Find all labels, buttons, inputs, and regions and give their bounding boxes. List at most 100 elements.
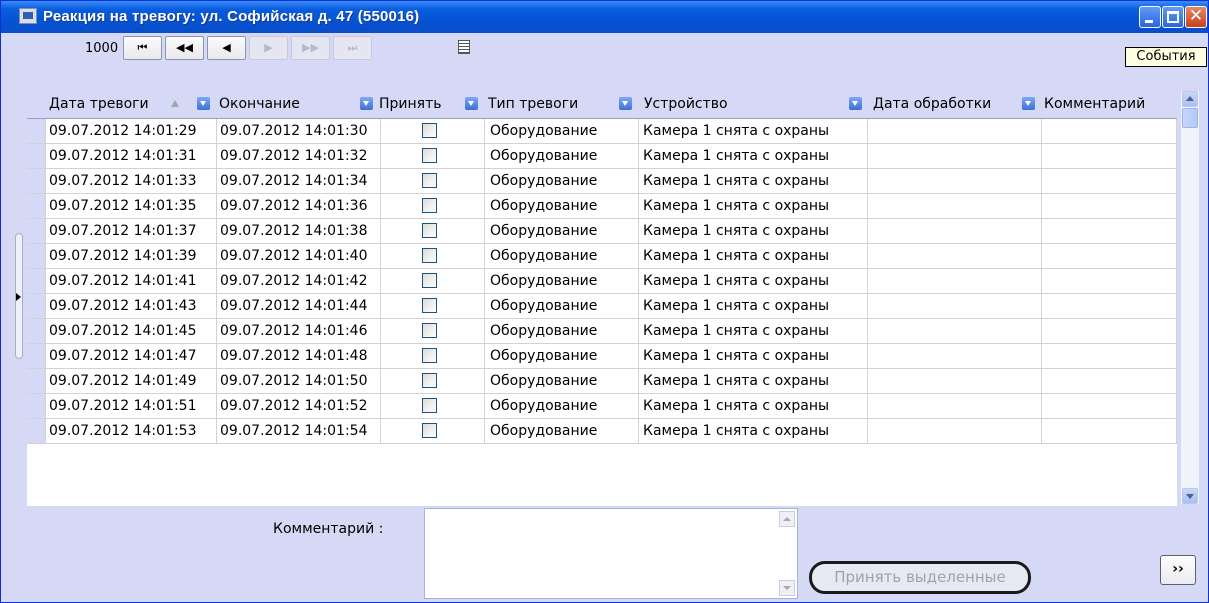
accept-selected-button[interactable]: Принять выделенные — [809, 561, 1031, 594]
last-icon: ⏭ — [347, 41, 358, 54]
table-row[interactable]: 09.07.2012 14:01:31 09.07.2012 14:01:32 Об… — [27, 144, 1177, 169]
row-selector[interactable] — [27, 269, 46, 293]
row-selector[interactable] — [27, 294, 46, 318]
maximize-button[interactable] — [1162, 6, 1184, 28]
table-row[interactable]: 09.07.2012 14:01:45 09.07.2012 14:01:46 Об… — [27, 319, 1177, 344]
accept-checkbox[interactable] — [422, 348, 437, 363]
prev-record-button[interactable]: ◀ — [207, 36, 246, 60]
table-row[interactable]: 09.07.2012 14:01:53 09.07.2012 14:01:54 Об… — [27, 419, 1177, 444]
column-header-comment[interactable]: Комментарий — [1044, 91, 1145, 118]
scroll-thumb[interactable] — [1182, 108, 1198, 128]
filter-dropdown-icon[interactable] — [1022, 97, 1035, 110]
column-header-processed-date[interactable]: Дата обработки — [873, 91, 991, 118]
row-selector[interactable] — [27, 119, 46, 143]
minimize-button[interactable] — [1139, 6, 1161, 28]
cell-comment — [1042, 344, 1177, 368]
column-header-alarm-date[interactable]: Дата тревоги — [49, 91, 149, 118]
column-header-end[interactable]: Окончание — [219, 91, 300, 118]
cell-device: Камера 1 снята с охраны — [639, 419, 868, 443]
table-row[interactable]: 09.07.2012 14:01:43 09.07.2012 14:01:44 Об… — [27, 294, 1177, 319]
comment-scroll-down-button[interactable] — [779, 580, 795, 596]
accept-checkbox[interactable] — [422, 248, 437, 263]
more-button[interactable]: ›› — [1160, 555, 1196, 585]
table-row[interactable]: 09.07.2012 14:01:35 09.07.2012 14:01:36 Об… — [27, 194, 1177, 219]
scroll-up-button[interactable] — [1182, 91, 1198, 107]
row-selector[interactable] — [27, 219, 46, 243]
row-selector[interactable] — [27, 419, 46, 443]
column-header-accept[interactable]: Принять — [379, 91, 442, 118]
row-selector[interactable] — [27, 144, 46, 168]
expand-arrow-icon[interactable] — [16, 293, 21, 301]
table-row[interactable]: 09.07.2012 14:01:29 09.07.2012 14:01:30 Об… — [27, 119, 1177, 144]
cell-end: 09.07.2012 14:01:52 — [217, 394, 381, 418]
table-vertical-scrollbar[interactable] — [1181, 91, 1199, 504]
close-button[interactable]: ✕ — [1185, 6, 1207, 28]
accept-checkbox[interactable] — [422, 223, 437, 238]
cell-comment — [1042, 269, 1177, 293]
table-row[interactable]: 09.07.2012 14:01:49 09.07.2012 14:01:50 Об… — [27, 369, 1177, 394]
column-header-device[interactable]: Устройство — [644, 91, 728, 118]
title-bar[interactable]: Реакция на тревогу: ул. Софийская д. 47 … — [1, 1, 1208, 33]
accept-checkbox[interactable] — [422, 323, 437, 338]
cell-alarm-type: Оборудование — [485, 169, 639, 193]
table-row[interactable]: 09.07.2012 14:01:41 09.07.2012 14:01:42 Об… — [27, 269, 1177, 294]
cell-comment — [1042, 369, 1177, 393]
filter-dropdown-icon[interactable] — [465, 97, 478, 110]
scroll-down-button[interactable] — [1182, 488, 1198, 504]
grid-settings-icon[interactable] — [458, 40, 470, 54]
next-page-button[interactable]: ▶▶ — [291, 36, 330, 60]
table-row[interactable]: 09.07.2012 14:01:37 09.07.2012 14:01:38 Об… — [27, 219, 1177, 244]
filter-dropdown-icon[interactable] — [360, 97, 373, 110]
row-selector[interactable] — [27, 194, 46, 218]
accept-checkbox[interactable] — [422, 298, 437, 313]
prev-page-button[interactable]: ◀◀ — [165, 36, 204, 60]
cell-comment — [1042, 394, 1177, 418]
cell-alarm-date: 09.07.2012 14:01:43 — [46, 294, 217, 318]
filter-dropdown-icon[interactable] — [619, 97, 632, 110]
record-count: 1000 — [85, 41, 119, 56]
accept-checkbox[interactable] — [422, 398, 437, 413]
accept-checkbox[interactable] — [422, 173, 437, 188]
filter-dropdown-icon[interactable] — [197, 97, 210, 110]
cell-comment — [1042, 244, 1177, 268]
cell-accept — [381, 344, 485, 368]
next-icon: ▶ — [264, 41, 273, 54]
cell-comment — [1042, 144, 1177, 168]
row-selector[interactable] — [27, 169, 46, 193]
cell-alarm-date: 09.07.2012 14:01:29 — [46, 119, 217, 143]
cell-alarm-type: Оборудование — [485, 144, 639, 168]
filter-dropdown-icon[interactable] — [849, 97, 862, 110]
row-selector[interactable] — [27, 319, 46, 343]
last-record-button[interactable]: ⏭ — [333, 36, 372, 60]
comment-scroll-up-button[interactable] — [779, 511, 795, 527]
table-row[interactable]: 09.07.2012 14:01:51 09.07.2012 14:01:52 Об… — [27, 394, 1177, 419]
column-header-alarm-type[interactable]: Тип тревоги — [488, 91, 578, 118]
next-record-button[interactable]: ▶ — [249, 36, 288, 60]
cell-device: Камера 1 снята с охраны — [639, 394, 868, 418]
row-selector[interactable] — [27, 394, 46, 418]
table-row[interactable]: 09.07.2012 14:01:39 09.07.2012 14:01:40 Об… — [27, 244, 1177, 269]
accept-checkbox[interactable] — [422, 148, 437, 163]
cell-processed-date — [868, 319, 1042, 343]
cell-alarm-date: 09.07.2012 14:01:47 — [46, 344, 217, 368]
cell-alarm-type: Оборудование — [485, 119, 639, 143]
cell-comment — [1042, 419, 1177, 443]
cell-accept — [381, 294, 485, 318]
accept-checkbox[interactable] — [422, 423, 437, 438]
row-selector[interactable] — [27, 369, 46, 393]
cell-device: Камера 1 снята с охраны — [639, 219, 868, 243]
cell-comment — [1042, 319, 1177, 343]
accept-checkbox[interactable] — [422, 273, 437, 288]
accept-checkbox[interactable] — [422, 123, 437, 138]
row-selector[interactable] — [27, 344, 46, 368]
row-selector[interactable] — [27, 244, 46, 268]
comment-textarea[interactable] — [424, 508, 798, 599]
table-row[interactable]: 09.07.2012 14:01:47 09.07.2012 14:01:48 Об… — [27, 344, 1177, 369]
accept-checkbox[interactable] — [422, 198, 437, 213]
table-row[interactable]: 09.07.2012 14:01:33 09.07.2012 14:01:34 Об… — [27, 169, 1177, 194]
accept-checkbox[interactable] — [422, 373, 437, 388]
first-record-button[interactable]: ⏮ — [123, 36, 162, 60]
cell-processed-date — [868, 344, 1042, 368]
cell-accept — [381, 369, 485, 393]
cell-processed-date — [868, 369, 1042, 393]
